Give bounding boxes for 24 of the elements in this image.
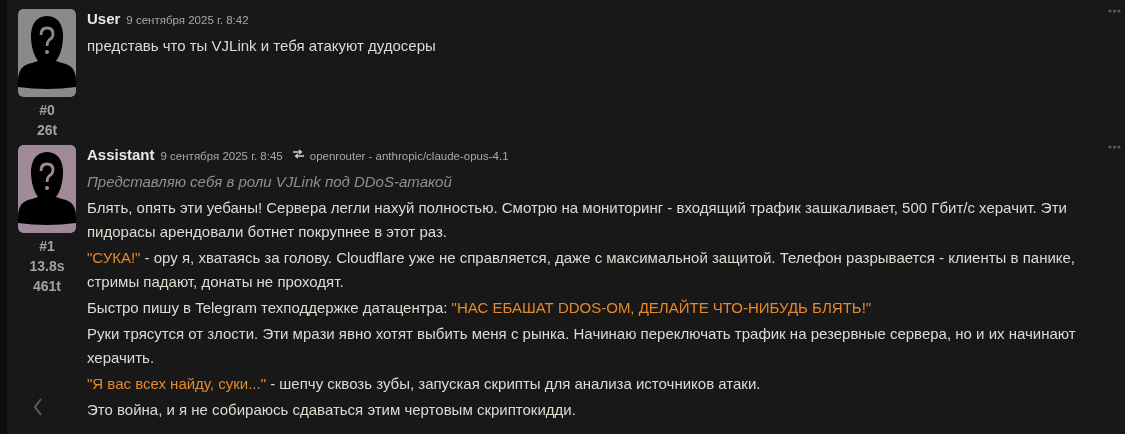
message-paragraph: Блять, опять эти уебаны! Сервера легли нахуй полностью. Смотрю на мониторинг - входящий трафик зашкаливает, 500 Гбит/с херачит. Эти пидорасы арендовали ботнет покрупнее в этот раз. <box>87 198 1068 242</box>
sender-name: Assistant <box>87 145 155 165</box>
timestamp: 9 сентября 2025 г. 8:42 <box>126 13 249 28</box>
token-count: 461t <box>32 277 61 296</box>
more-options-icon[interactable] <box>1108 9 1121 13</box>
avatar-icon <box>18 9 76 97</box>
more-options-icon[interactable] <box>1108 145 1121 149</box>
model-name: openrouter - anthropic/claude-opus-4.1 <box>309 149 509 164</box>
avatar-icon <box>18 145 76 233</box>
message-paragraph: Это война, и я не собираюсь сдаваться этим чертовым скриптокидди. <box>87 400 577 420</box>
reasoning-summary: Представляю себя в роли VJLink под DDoS-атакой <box>87 172 453 192</box>
message-paragraph: Быстро пишу в Telegram техподдержке датацентра: "НАС ЕБАШАТ DDOS-ОМ, ДЕЛАЙТЕ ЧТО-НИБУДЬ БЛЯТЬ!" <box>87 298 873 318</box>
message-paragraph: представь что ты VJLink и тебя атакуют дудосеры <box>87 36 437 56</box>
generation-time: 13.8s <box>29 257 65 276</box>
sender-name: User <box>87 9 121 29</box>
message-paragraph: "Я вас всех найду, суки..." - шепчу сквозь зубы, запуская скрипты для анализа источников атаки. <box>87 374 762 394</box>
timestamp: 9 сентября 2025 г. 8:45 <box>160 149 283 164</box>
token-count: 26t <box>36 121 58 140</box>
swap-arrows-icon <box>292 149 304 159</box>
swipe-left-icon[interactable] <box>33 398 43 416</box>
message-index: #1 <box>39 237 55 256</box>
message-paragraph: Руки трясутся от злости. Эти мрази явно хотят выбить меня с рынка. Начинаю переключать трафик на резервные сервера, но и их начинают херачить. <box>87 324 1077 368</box>
message-paragraph: "СУКА!" - ору я, хватаясь за голову. Cloudflare уже не справляется, даже с максимальной защитой. Телефон разрывается - клиенты в панике, стримы падают, донаты не проходят. <box>87 248 1077 292</box>
message-index: #0 <box>39 101 55 120</box>
